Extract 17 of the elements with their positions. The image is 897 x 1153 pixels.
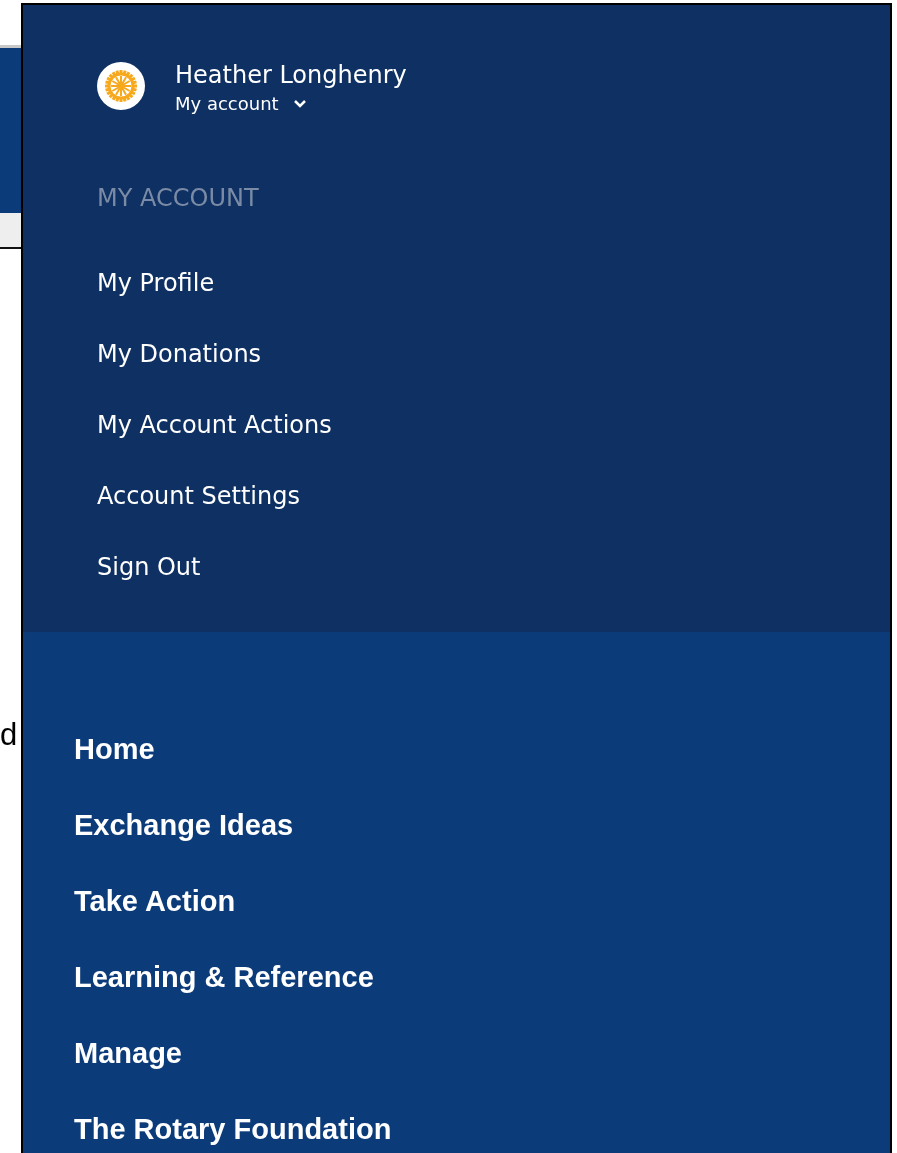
nav-link[interactable]: Take Action [74, 863, 236, 939]
chevron-down-icon [292, 98, 307, 109]
section-heading: MY ACCOUNT [97, 184, 260, 212]
my-account-dropdown[interactable]: My account [175, 93, 407, 114]
background-text: d [0, 719, 19, 750]
nav-link[interactable]: Exchange Ideas [74, 787, 294, 863]
nav-link[interactable]: Home [74, 711, 155, 787]
user-name: Heather Longhenry [175, 61, 407, 89]
account-menu-link[interactable]: Account Settings [97, 461, 300, 532]
account-menu-link[interactable]: My Donations [97, 319, 262, 390]
nav-link[interactable]: Manage [74, 1015, 182, 1091]
avatar-icon [97, 61, 145, 110]
account-menu-link[interactable]: Sign Out [97, 532, 201, 603]
nav-link[interactable]: Learning & Reference [74, 939, 374, 1015]
account-menu-link[interactable]: My Account Actions [97, 390, 332, 461]
account-menu-link[interactable]: My Profile [97, 248, 215, 319]
nav-link[interactable]: The Rotary Foundation [74, 1091, 392, 1153]
